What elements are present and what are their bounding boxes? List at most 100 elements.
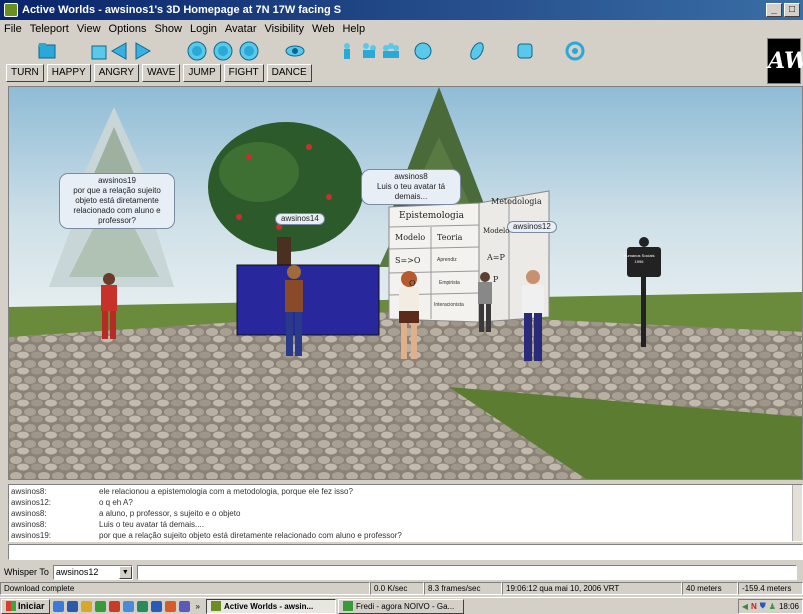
window-title: Active Worlds - awsinos1's 3D Homepage a… xyxy=(22,4,342,16)
chat-scrollbar[interactable] xyxy=(792,485,802,541)
taskbar-chat-window[interactable]: Fredi - agora NOIVO - Ga... xyxy=(337,598,464,614)
chat-row: awsinos8: Luis o teu avatar tá demais...… xyxy=(9,519,802,530)
menu-teleport[interactable]: Teleport xyxy=(30,23,69,35)
chat-log[interactable]: awsinos8: ele relacionou a epistemologia… xyxy=(8,484,803,542)
menu-avatar[interactable]: Avatar xyxy=(225,23,257,35)
menu-web[interactable]: Web xyxy=(312,23,334,35)
chat-row: awsinos8: ele relacionou a epistemologia… xyxy=(9,486,802,497)
rotate-right-icon[interactable] xyxy=(238,40,260,62)
word-icon[interactable] xyxy=(150,600,162,612)
activeworlds-app-icon[interactable] xyxy=(4,3,18,17)
gesture-wave-button[interactable]: WAVE xyxy=(142,64,181,82)
shield-icon[interactable]: ⛊ xyxy=(760,601,766,611)
show-desktop-icon[interactable] xyxy=(52,600,64,612)
activeworlds-task-icon xyxy=(210,601,221,611)
chat-sender: awsinos8: xyxy=(11,509,47,518)
whisper-recipient-value: awsinos12 xyxy=(55,567,99,577)
menu-options[interactable]: Options xyxy=(109,23,147,35)
start-button[interactable]: Iniciar xyxy=(1,598,50,614)
menu-file[interactable]: File xyxy=(4,23,22,35)
board-header-metodologia: Metodologia xyxy=(491,197,542,206)
eye-icon[interactable] xyxy=(284,40,306,62)
menu-help[interactable]: Help xyxy=(342,23,365,35)
gesture-fight-button[interactable]: FIGHT xyxy=(223,64,264,82)
folder-icon[interactable] xyxy=(36,40,58,62)
minimize-button[interactable]: _ xyxy=(766,3,782,17)
menu-bar: File Teleport View Options Show Login Av… xyxy=(0,20,803,38)
maximize-button[interactable]: □ xyxy=(784,3,800,17)
settings-gear-icon[interactable] xyxy=(564,40,586,62)
bubble-center-name: awsinos8 xyxy=(394,172,428,181)
app-window: Active Worlds - awsinos1's 3D Homepage a… xyxy=(0,0,803,614)
3d-world-viewport[interactable]: awsinos19 por que a relação sujeito obje… xyxy=(8,86,803,480)
taskbar-chat-label: Fredi - agora NOIVO - Ga... xyxy=(355,601,455,611)
gesture-dance-button[interactable]: DANCE xyxy=(266,64,312,82)
chat-sender: awsinos8: xyxy=(11,487,47,496)
contacts-icon[interactable] xyxy=(412,40,434,62)
powerpoint-icon[interactable] xyxy=(164,600,176,612)
whisper-recipient-select[interactable]: awsinos12 ▼ xyxy=(52,564,133,580)
windows-taskbar: Iniciar » Active Worlds - awsin... Fredi… xyxy=(0,597,803,614)
volume-icon[interactable]: ◀ xyxy=(742,602,748,611)
outlook-icon[interactable] xyxy=(122,600,134,612)
build-icon[interactable] xyxy=(514,40,536,62)
board-cell-modelo2: Modelo xyxy=(483,227,510,235)
app-icon[interactable] xyxy=(178,600,190,612)
board-cell-empirista: Empirista xyxy=(439,280,460,286)
whisper-label: Whisper To xyxy=(4,567,49,577)
bubble-center-text: Luis o teu avatar tá demais... xyxy=(376,182,446,201)
chat-sender: awsinos19: xyxy=(11,531,52,540)
norton-icon[interactable]: N xyxy=(751,602,757,611)
media-player-icon[interactable] xyxy=(108,600,120,612)
menu-view[interactable]: View xyxy=(77,23,101,35)
menu-login[interactable]: Login xyxy=(190,23,217,35)
board-cell-o: O xyxy=(409,279,416,288)
rotate-center-icon[interactable] xyxy=(212,40,234,62)
title-bar[interactable]: Active Worlds - awsinos1's 3D Homepage a… xyxy=(0,0,803,20)
msn-buddy-icon[interactable]: ♟ xyxy=(769,602,776,611)
status-altitude: -159.4 meters xyxy=(738,582,803,595)
board-header-epistemologia: Epistemologia xyxy=(399,211,465,221)
telegram-icon[interactable] xyxy=(466,40,488,62)
avatar-person-icon[interactable] xyxy=(336,40,358,62)
gesture-happy-button[interactable]: HAPPY xyxy=(46,64,91,82)
msn-icon[interactable] xyxy=(94,600,106,612)
nametag-awsinos12: awsinos12 xyxy=(507,221,557,233)
ie-browser-icon[interactable] xyxy=(66,600,78,612)
system-tray: ◀ N ⛊ ♟ 18:06 xyxy=(737,598,803,614)
whisper-bar: Whisper To awsinos12 ▼ xyxy=(0,563,803,581)
taskbar-activeworlds[interactable]: Active Worlds - awsin... xyxy=(205,598,336,614)
board-cell-aprendiz: Aprendiz xyxy=(437,257,457,263)
chat-row: awsinos8: a aluno, p professor, s sujeit… xyxy=(9,508,802,519)
gesture-angry-button[interactable]: ANGRY xyxy=(93,64,140,82)
back-arrow-icon[interactable] xyxy=(108,40,130,62)
forward-arrow-icon[interactable] xyxy=(132,40,154,62)
group-icon[interactable] xyxy=(380,40,402,62)
gesture-bar: TURN HAPPY ANGRY WAVE JUMP FIGHT DANCE xyxy=(6,64,312,84)
chat-message: ele relacionou a epistemologia com a met… xyxy=(99,487,353,496)
rotate-left-icon[interactable] xyxy=(186,40,208,62)
chat-message: Luis o teu avatar tá demais.... xyxy=(99,520,204,529)
board-cell-teoria: Teoria xyxy=(437,233,463,242)
gesture-turn-button[interactable]: TURN xyxy=(6,64,44,82)
home-icon[interactable] xyxy=(88,40,110,62)
chat-input[interactable] xyxy=(8,544,803,560)
excel-icon[interactable] xyxy=(136,600,148,612)
people-icon[interactable] xyxy=(358,40,380,62)
windows-flag-icon xyxy=(6,601,16,611)
menu-show[interactable]: Show xyxy=(154,23,182,35)
msn-chat-task-icon xyxy=(342,601,353,611)
quicklaunch-more-icon[interactable]: » xyxy=(196,602,200,611)
speech-bubble-awsinos19: awsinos19 por que a relação sujeito obje… xyxy=(59,173,175,229)
chat-sender: awsinos8: xyxy=(11,520,47,529)
chat-message: o q eh A? xyxy=(99,498,133,507)
menu-visibility[interactable]: Visibility xyxy=(265,23,305,35)
tray-clock: 18:06 xyxy=(778,601,799,611)
chat-message: por que a relação sujeito objeto está di… xyxy=(99,531,402,540)
status-distance: 40 meters xyxy=(682,582,738,595)
chevron-down-icon[interactable]: ▼ xyxy=(118,565,132,579)
status-main: Download complete xyxy=(0,582,370,595)
folder-icon[interactable] xyxy=(80,600,92,612)
whisper-input[interactable] xyxy=(136,564,797,580)
gesture-jump-button[interactable]: JUMP xyxy=(183,64,221,82)
